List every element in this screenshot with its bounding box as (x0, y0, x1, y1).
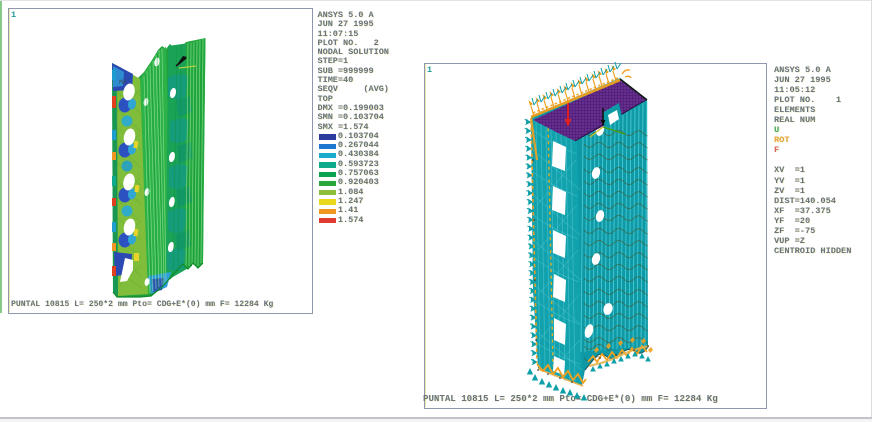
svg-text:MX: MX (119, 79, 127, 86)
